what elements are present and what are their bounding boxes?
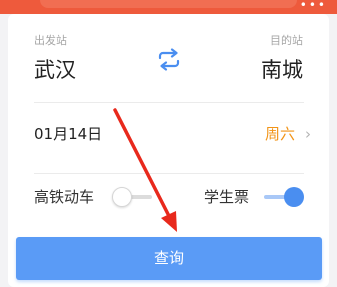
search-button[interactable]: 查询	[16, 237, 322, 280]
departure-city[interactable]: 武汉	[34, 58, 76, 82]
swap-arrows-icon-graphic	[158, 48, 180, 71]
date-value: 01月14日	[34, 125, 103, 143]
student-ticket-toggle[interactable]	[264, 187, 304, 207]
swap-arrows-icon[interactable]	[156, 48, 182, 72]
more-dots-icon[interactable]: •••	[300, 0, 327, 11]
top-header-bar: •••	[0, 0, 337, 14]
date-divider	[34, 173, 304, 174]
student-ticket-label: 学生票	[204, 188, 250, 206]
route-divider	[34, 102, 304, 103]
header-curve-decoration	[40, 0, 297, 8]
weekday-label: 周六	[264, 125, 295, 143]
destination-label: 目的站	[270, 34, 303, 47]
high-speed-toggle-knob	[112, 187, 132, 207]
high-speed-label: 高铁动车	[34, 188, 95, 206]
destination-city[interactable]: 南城	[261, 58, 303, 82]
date-selector[interactable]: 01月14日 周六 ›	[8, 112, 329, 156]
chevron-right-icon: ›	[305, 125, 311, 143]
student-toggle-knob	[284, 187, 304, 207]
departure-label: 出发站	[34, 34, 67, 47]
high-speed-toggle[interactable]	[112, 187, 152, 207]
